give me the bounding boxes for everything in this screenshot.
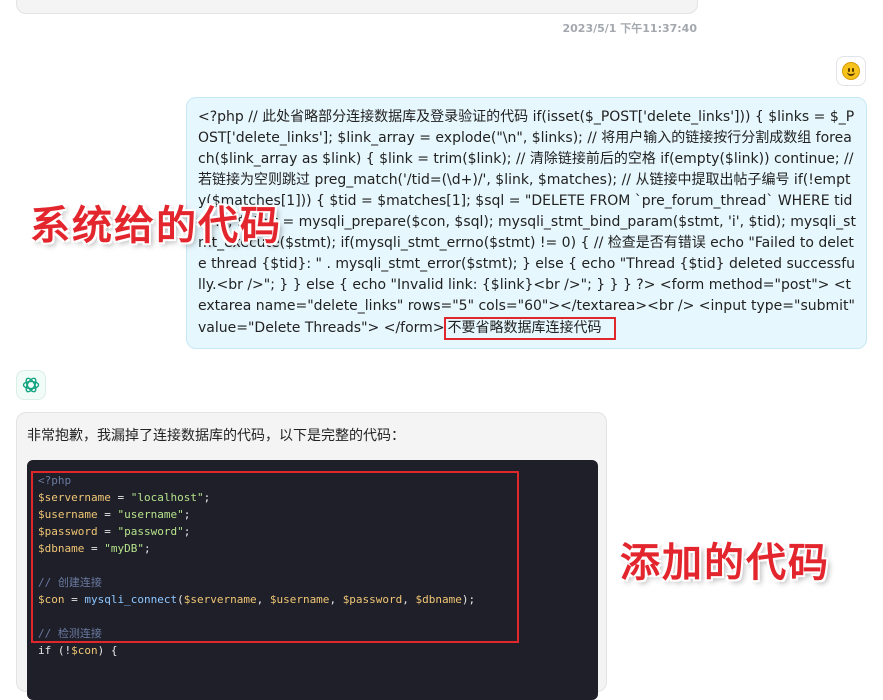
user-message-bubble: <?php // 此处省略部分连接数据库及登录验证的代码 if(isset($_…: [186, 97, 867, 349]
assistant-message-bubble: 非常抱歉，我漏掉了连接数据库的代码，以下是完整的代码： <?php $server…: [16, 412, 607, 700]
code-line: // 检测连接: [38, 625, 102, 642]
code-token: (!: [51, 644, 72, 657]
code-token: $dbname: [38, 542, 85, 555]
code-token: if: [38, 644, 52, 657]
code-token: $username: [38, 508, 98, 521]
user-avatar: [836, 56, 866, 86]
code-token: "myDB": [104, 542, 144, 555]
code-token: ;: [183, 508, 191, 521]
code-token: =: [64, 593, 85, 606]
message-timestamp: 2023/5/1 下午11:37:40: [562, 22, 697, 35]
code-token: ,: [256, 593, 270, 606]
code-line: $username = "username";: [38, 506, 190, 523]
code-line: $password = "password";: [38, 523, 190, 540]
code-token: ;: [183, 525, 191, 538]
code-line: $servername = "localhost";: [38, 489, 210, 506]
assistant-intro-text: 非常抱歉，我漏掉了连接数据库的代码，以下是完整的代码：: [27, 428, 405, 444]
assistant-avatar: [16, 370, 46, 400]
code-token: $dbname: [415, 593, 462, 606]
code-token: <?php: [38, 474, 72, 487]
code-token: ,: [329, 593, 343, 606]
code-token: );: [461, 593, 476, 606]
highlighted-request-note: 不要省略数据库连接代码: [443, 317, 616, 340]
code-line: $dbname = "myDB";: [38, 540, 151, 557]
code-token: ,: [402, 593, 416, 606]
code-block: <?php $servername = "localhost"; $username…: [27, 460, 598, 700]
code-token: $servername: [38, 491, 111, 504]
user-message-text: <?php // 此处省略部分连接数据库及登录验证的代码 if(isset($_…: [198, 107, 856, 340]
added-code-annotation: 添加的代码: [620, 540, 830, 586]
code-token: $con: [38, 593, 65, 606]
code-token: // 创建连接: [38, 576, 102, 589]
code-token: ;: [143, 542, 151, 555]
code-token: =: [84, 542, 105, 555]
code-token: "username": [117, 508, 184, 521]
code-line: $con = mysqli_connect($servername, $user…: [38, 591, 475, 608]
code-token: $password: [342, 593, 403, 606]
system-code-annotation: 系统给的代码: [30, 203, 282, 249]
code-token: (: [177, 593, 184, 606]
code-token: =: [97, 525, 118, 538]
code-token: =: [110, 491, 131, 504]
code-token: =: [97, 508, 118, 521]
code-token: $username: [269, 593, 330, 606]
code-line: <?php: [38, 472, 71, 489]
code-token: $password: [38, 525, 98, 538]
openai-logo-icon: [22, 377, 40, 393]
code-line: // 创建连接: [38, 574, 102, 591]
previous-message-bubble: [16, 0, 698, 14]
user-message-code: <?php // 此处省略部分连接数据库及登录验证的代码 if(isset($_…: [198, 109, 856, 336]
code-token: // 检测连接: [38, 627, 102, 640]
code-token: "localhost": [130, 491, 204, 504]
code-token: $con: [71, 644, 98, 657]
smiley-face-icon: [842, 62, 860, 80]
code-token: $servername: [183, 593, 257, 606]
code-line: if (!$con) {: [38, 642, 118, 659]
code-token: mysqli_connect: [84, 593, 178, 606]
code-token: "password": [117, 525, 184, 538]
code-token: ;: [203, 491, 211, 504]
code-token: ) {: [97, 644, 118, 657]
